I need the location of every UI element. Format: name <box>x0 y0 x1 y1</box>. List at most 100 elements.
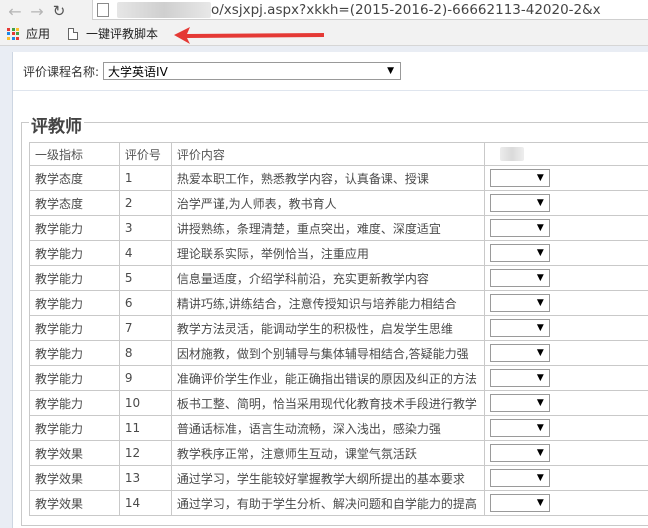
category-cell: 教学能力 <box>29 215 120 241</box>
dropdown-caret-icon: ▼ <box>536 248 544 258</box>
category-cell: 教学态度 <box>29 165 120 191</box>
evaluation-table: 一级指标 评价号 评价内容 教学态度 1 热爱本职工作，熟悉教学内容，认真备课、授课… <box>29 142 648 516</box>
category-cell: 教学能力 <box>29 340 120 366</box>
dropdown-caret-icon: ▼ <box>536 473 544 483</box>
content-cell: 普通话标准，语言生动流畅，深入浅出，感染力强 <box>170 415 485 441</box>
score-select[interactable]: ▼ <box>489 319 550 337</box>
table-row: 教学能力 7 教学方法灵活，能调动学生的积极性，启发学生思维 ▼ <box>29 315 648 341</box>
score-select[interactable]: ▼ <box>489 494 550 512</box>
category-cell: 教学能力 <box>29 265 120 291</box>
dropdown-caret-icon: ▼ <box>536 448 544 458</box>
column-header: 评价内容 <box>170 142 485 166</box>
course-selector-row: 评价课程名称: 大学英语IV ▼ <box>23 62 402 80</box>
address-bar[interactable]: o/xsjxpj.aspx?xkkh=(2015-2016-2)-6666211… <box>92 0 648 20</box>
table-row: 教学能力 10 板书工整、简明，恰当采用现代化教育技术手段进行教学 ▼ <box>29 390 648 416</box>
page-background: 评价课程名称: 大学英语IV ▼ 评教师 一级指标 评价号 评价内容 教学态度 1… <box>0 46 648 528</box>
dropdown-caret-icon: ▼ <box>536 198 544 208</box>
score-cell: ▼ <box>483 465 648 491</box>
score-cell: ▼ <box>483 390 648 416</box>
table-row: 教学能力 3 讲授熟练，条理清楚，重点突出，难度、深度适宜 ▼ <box>29 215 648 241</box>
item-number-cell: 10 <box>118 390 172 416</box>
back-arrow-icon[interactable]: ← <box>4 0 26 22</box>
redacted-header <box>499 147 524 162</box>
score-select[interactable]: ▼ <box>489 294 550 312</box>
score-cell: ▼ <box>483 315 648 341</box>
item-number-cell: 2 <box>118 190 172 216</box>
dropdown-caret-icon: ▼ <box>536 373 544 383</box>
category-cell: 教学能力 <box>29 290 120 316</box>
content-cell: 教学方法灵活，能调动学生的积极性，启发学生思维 <box>170 315 485 341</box>
score-select[interactable]: ▼ <box>489 194 550 212</box>
table-row: 教学能力 5 信息量适度，介绍学科前沿，充实更新教学内容 ▼ <box>29 265 648 291</box>
bookmarks-bar: 应用 一键评教脚本 <box>0 22 648 46</box>
dropdown-caret-icon: ▼ <box>536 498 544 508</box>
category-cell: 教学能力 <box>29 390 120 416</box>
table-row: 教学能力 8 因材施教，做到个别辅导与集体辅导相结合,答疑能力强 ▼ <box>29 340 648 366</box>
redacted-host <box>117 1 211 18</box>
content-cell: 信息量适度，介绍学科前沿，充实更新教学内容 <box>170 265 485 291</box>
category-cell: 教学效果 <box>29 440 120 466</box>
evaluation-fieldset: 评教师 一级指标 评价号 评价内容 教学态度 1 热爱本职工作，熟悉教学内容，认真备… <box>21 112 648 526</box>
score-cell: ▼ <box>483 240 648 266</box>
item-number-cell: 9 <box>118 365 172 391</box>
score-cell: ▼ <box>483 265 648 291</box>
content-cell: 准确评价学生作业，能正确指出错误的原因及纠正的方法 <box>170 365 485 391</box>
content-cell: 讲授熟练，条理清楚，重点突出，难度、深度适宜 <box>170 215 485 241</box>
document-icon <box>68 27 79 40</box>
score-select[interactable]: ▼ <box>489 469 550 487</box>
content-cell: 教学秩序正常，注意师生互动，课堂气氛活跃 <box>170 440 485 466</box>
score-cell: ▼ <box>483 165 648 191</box>
score-select[interactable]: ▼ <box>489 269 550 287</box>
score-select[interactable]: ▼ <box>489 394 550 412</box>
score-cell: ▼ <box>483 365 648 391</box>
apps-bookmark[interactable]: 应用 <box>26 25 50 42</box>
table-row: 教学态度 1 热爱本职工作，熟悉教学内容，认真备课、授课 ▼ <box>29 165 648 191</box>
item-number-cell: 3 <box>118 215 172 241</box>
red-arrow-annotation <box>174 27 324 44</box>
item-number-cell: 11 <box>118 415 172 441</box>
item-number-cell: 4 <box>118 240 172 266</box>
score-cell: ▼ <box>483 290 648 316</box>
score-select[interactable]: ▼ <box>489 244 550 262</box>
score-cell: ▼ <box>483 415 648 441</box>
forward-arrow-icon[interactable]: → <box>26 0 48 22</box>
dropdown-caret-icon: ▼ <box>536 223 544 233</box>
script-bookmark[interactable]: 一键评教脚本 <box>86 25 158 42</box>
item-number-cell: 6 <box>118 290 172 316</box>
dropdown-caret-icon: ▼ <box>536 348 544 358</box>
url-text: o/xsjxpj.aspx?xkkh=(2015-2016-2)-6666211… <box>211 1 601 18</box>
item-number-cell: 1 <box>118 165 172 191</box>
item-number-cell: 12 <box>118 440 172 466</box>
table-row: 教学能力 6 精讲巧练,讲练结合，注意传授知识与培养能力相结合 ▼ <box>29 290 648 316</box>
content-cell: 通过学习，学生能较好掌握教学大纲所提出的基本要求 <box>170 465 485 491</box>
divider <box>13 90 648 91</box>
score-select[interactable]: ▼ <box>489 344 550 362</box>
score-select[interactable]: ▼ <box>489 219 550 237</box>
item-number-cell: 13 <box>118 465 172 491</box>
score-select[interactable]: ▼ <box>489 419 550 437</box>
dropdown-caret-icon: ▼ <box>536 323 544 333</box>
table-row: 教学效果 13 通过学习，学生能较好掌握教学大纲所提出的基本要求 ▼ <box>29 465 648 491</box>
score-select[interactable]: ▼ <box>489 444 550 462</box>
table-row: 教学能力 9 准确评价学生作业，能正确指出错误的原因及纠正的方法 ▼ <box>29 365 648 391</box>
score-select[interactable]: ▼ <box>489 169 550 187</box>
course-select[interactable]: 大学英语IV ▼ <box>103 62 402 80</box>
course-label: 评价课程名称: <box>23 64 100 79</box>
item-number-cell: 14 <box>118 490 172 516</box>
section-title: 评教师 <box>29 112 84 137</box>
score-column-header <box>483 142 648 166</box>
reload-icon[interactable]: ↻ <box>48 0 70 22</box>
score-cell: ▼ <box>483 190 648 216</box>
score-select[interactable]: ▼ <box>489 369 550 387</box>
content-cell: 通过学习，有助于学生分析、解决问题和自学能力的提高 <box>170 490 485 516</box>
score-cell: ▼ <box>483 340 648 366</box>
score-cell: ▼ <box>483 440 648 466</box>
dropdown-caret-icon: ▼ <box>536 298 544 308</box>
category-cell: 教学能力 <box>29 315 120 341</box>
apps-grid-icon[interactable] <box>7 27 19 40</box>
course-value: 大学英语IV <box>108 64 168 79</box>
table-row: 教学效果 12 教学秩序正常，注意师生互动，课堂气氛活跃 ▼ <box>29 440 648 466</box>
category-cell: 教学态度 <box>29 190 120 216</box>
item-number-cell: 8 <box>118 340 172 366</box>
table-row: 教学能力 4 理论联系实际，举例恰当，注重应用 ▼ <box>29 240 648 266</box>
